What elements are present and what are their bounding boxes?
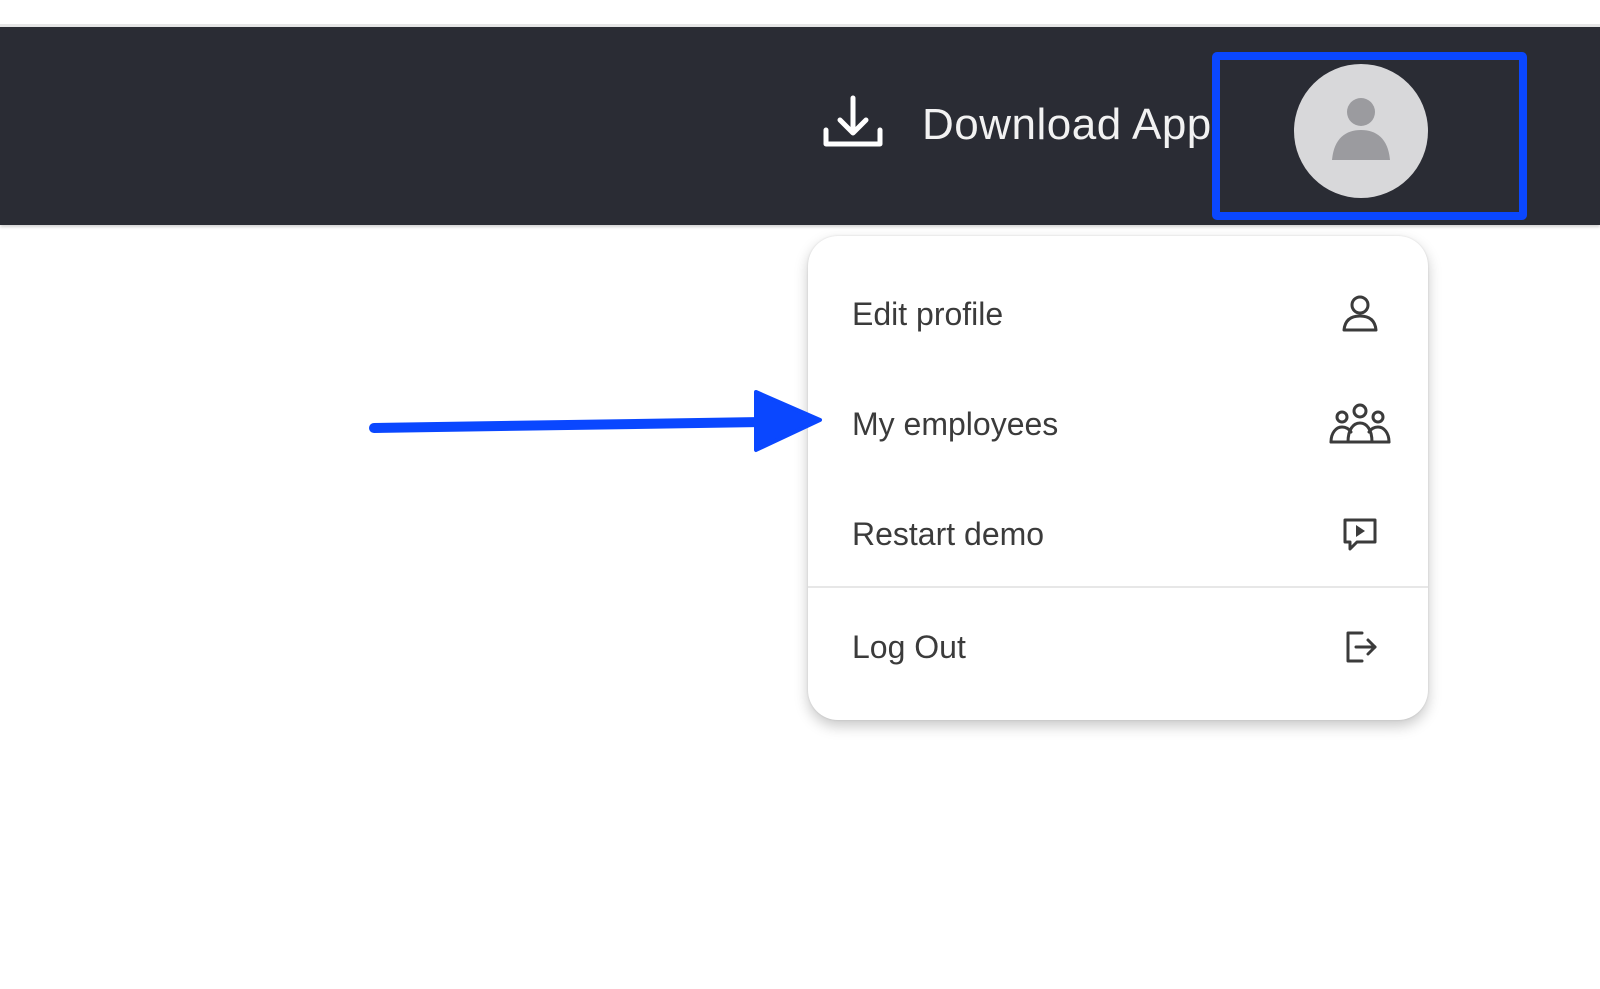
profile-dropdown-menu: Edit profile My employees Restart demo L… (808, 236, 1428, 720)
logout-icon (1328, 615, 1392, 679)
play-message-icon (1328, 502, 1392, 566)
menu-item-label: Log Out (852, 628, 966, 665)
menu-divider (808, 586, 1428, 588)
menu-item-my-employees[interactable]: My employees (808, 374, 1428, 474)
menu-item-log-out[interactable]: Log Out (808, 597, 1428, 697)
menu-item-label: Restart demo (852, 515, 1045, 552)
menu-item-label: My employees (852, 405, 1059, 442)
person-icon (1328, 282, 1392, 346)
download-app-button[interactable]: Download App (820, 70, 1212, 180)
menu-item-edit-profile[interactable]: Edit profile (808, 264, 1428, 364)
user-avatar-icon (1326, 94, 1396, 169)
menu-item-label: Edit profile (852, 295, 1004, 332)
download-icon (820, 92, 886, 158)
user-avatar-button[interactable] (1294, 64, 1428, 198)
download-app-label: Download App (922, 100, 1212, 149)
people-group-icon (1328, 392, 1392, 456)
page: Download App Edit profile My employees R… (0, 0, 1600, 989)
menu-item-restart-demo[interactable]: Restart demo (808, 484, 1428, 584)
annotation-arrow (366, 384, 826, 463)
